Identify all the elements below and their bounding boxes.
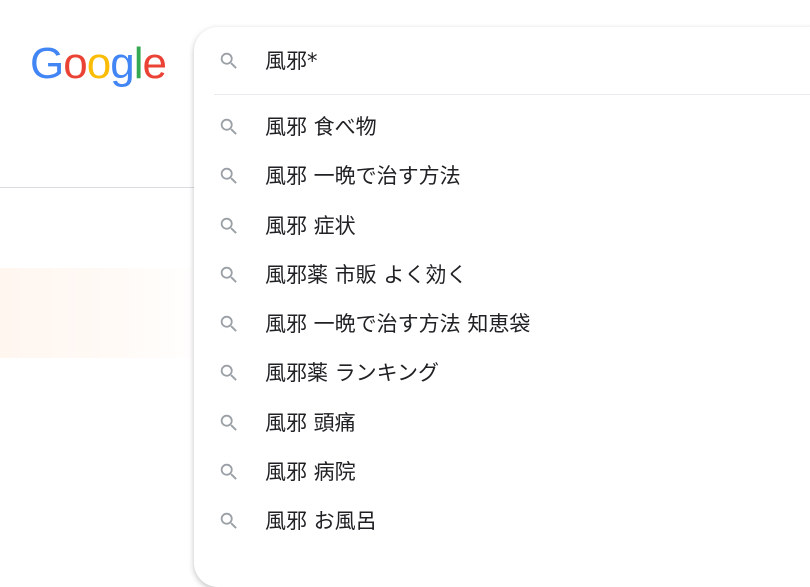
search-icon bbox=[220, 365, 237, 382]
suggestion-item[interactable]: 風邪 一晩で治す方法 知恵袋 bbox=[194, 300, 810, 349]
suggestion-item[interactable]: 風邪 一晩で治す方法 bbox=[194, 152, 810, 201]
suggestion-label: 風邪 お風呂 bbox=[265, 509, 377, 534]
search-icon bbox=[220, 118, 237, 135]
suggestion-label: 風邪 一晩で治す方法 bbox=[265, 164, 461, 189]
logo-letter: g bbox=[110, 39, 135, 88]
header-divider bbox=[0, 187, 200, 188]
logo-letter: o bbox=[86, 39, 112, 88]
suggestion-item[interactable]: 風邪薬 ランキング bbox=[194, 349, 810, 398]
logo-letter: o bbox=[63, 39, 88, 88]
suggestion-label: 風邪薬 市販 よく効く bbox=[265, 262, 468, 287]
search-input[interactable]: 風邪* bbox=[265, 47, 318, 75]
search-icon bbox=[220, 168, 237, 185]
background-banner bbox=[0, 268, 200, 358]
suggestion-item[interactable]: 風邪 食べ物 bbox=[194, 103, 810, 152]
suggestion-label: 風邪 頭痛 bbox=[265, 410, 356, 435]
suggestion-label: 風邪 食べ物 bbox=[265, 115, 377, 139]
search-icon bbox=[220, 266, 237, 283]
search-box[interactable]: 風邪* bbox=[194, 27, 810, 94]
search-icon bbox=[220, 52, 237, 69]
suggestion-item[interactable]: 風邪薬 市販 よく効く bbox=[194, 251, 810, 300]
search-icon bbox=[220, 513, 237, 530]
suggestion-item[interactable]: 風邪 頭痛 bbox=[194, 399, 810, 448]
suggestion-label: 風邪薬 ランキング bbox=[265, 361, 440, 386]
suggestion-item[interactable]: 風邪 お風呂 bbox=[194, 497, 810, 546]
suggestion-label: 風邪 病院 bbox=[265, 460, 356, 485]
search-panel: 風邪* 風邪 食べ物 風邪 一晩で治す方法 風邪 症状 風邪薬 市販 よく効く … bbox=[194, 27, 810, 587]
google-logo[interactable]: Google bbox=[30, 34, 167, 94]
search-icon bbox=[220, 217, 237, 234]
search-icon bbox=[220, 463, 237, 480]
suggestion-label: 風邪 一晩で治す方法 知恵袋 bbox=[265, 312, 531, 337]
suggestion-item[interactable]: 風邪 病院 bbox=[194, 448, 810, 497]
logo-letter: G bbox=[30, 39, 64, 88]
search-icon bbox=[220, 315, 237, 332]
search-icon bbox=[220, 414, 237, 431]
logo-letter: e bbox=[142, 39, 167, 88]
suggestion-item[interactable]: 風邪 症状 bbox=[194, 202, 810, 251]
suggestion-label: 風邪 症状 bbox=[265, 213, 356, 238]
suggestions-divider bbox=[214, 94, 810, 95]
suggestions-list: 風邪 食べ物 風邪 一晩で治す方法 風邪 症状 風邪薬 市販 よく効く 風邪 一… bbox=[194, 103, 810, 547]
